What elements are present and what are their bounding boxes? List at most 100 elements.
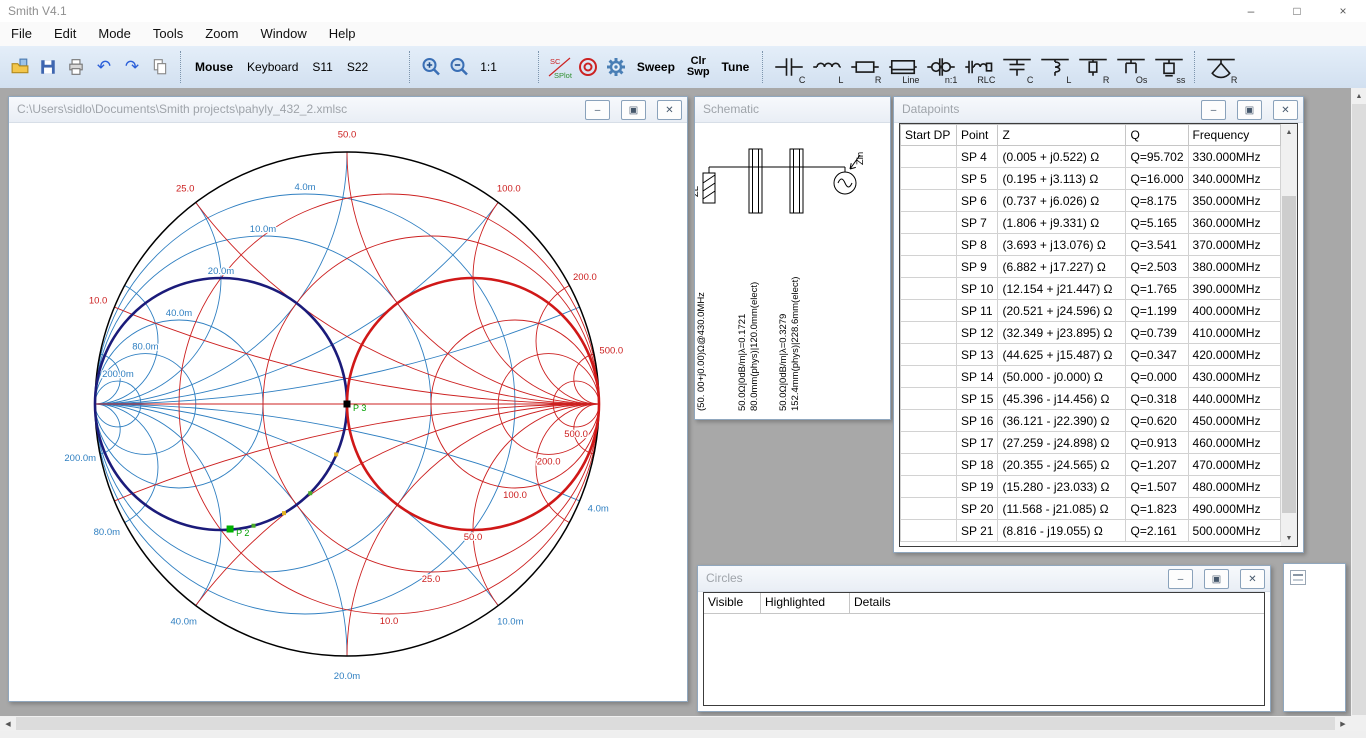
zoom-in-button[interactable] [417,49,445,85]
datapoints-scrollbar[interactable]: ▲ ▼ [1281,124,1297,546]
table-row[interactable]: SP 7(1.806 + j9.331) ΩQ=5.165360.000MHz [901,212,1281,234]
smith-chart[interactable]: P 3P 210.010.04.0m4.0m25.025.010.0m10.0m… [9,123,687,701]
component-button-stub-open[interactable]: Os [1112,48,1150,86]
app-minimize-button[interactable]: – [1228,0,1274,22]
table-row[interactable]: SP 19(15.280 - j23.033) ΩQ=1.507480.000M… [901,476,1281,498]
table-row[interactable]: SP 11(20.521 + j24.596) ΩQ=1.199400.000M… [901,300,1281,322]
open-project-button[interactable] [6,49,34,85]
component-button-line[interactable]: Line [884,48,922,86]
scroll-up-icon[interactable]: ▲ [1351,88,1366,104]
tune-button[interactable]: Tune [715,49,757,85]
table-row[interactable]: SP 13(44.625 + j15.487) ΩQ=0.347420.000M… [901,344,1281,366]
schematic-window-titlebar[interactable]: Schematic [695,97,890,123]
marker-p2[interactable] [227,525,234,532]
table-row[interactable]: SP 12(32.349 + j23.895) ΩQ=0.739410.000M… [901,322,1281,344]
redo-button[interactable]: ↷ [118,49,146,85]
table-row[interactable]: SP 9(6.882 + j17.227) ΩQ=2.503380.000MHz [901,256,1281,278]
print-button[interactable] [62,49,90,85]
mode-button-s11[interactable]: S11 [305,60,339,74]
tline2-symbol[interactable] [790,149,803,213]
menu-file[interactable]: File [0,22,43,46]
app-close-button[interactable]: × [1320,0,1366,22]
project-minimize-button[interactable]: – [585,100,610,120]
mode-button-s22[interactable]: S22 [340,60,375,74]
circles-minimize-button[interactable]: – [1168,569,1193,589]
datapoints-close-button[interactable]: ✕ [1273,100,1298,120]
undo-button[interactable]: ↶ [90,49,118,85]
table-row[interactable]: SP 8(3.693 + j13.076) ΩQ=3.541370.000MHz [901,234,1281,256]
column-header[interactable]: Q [1126,125,1188,146]
app-titlebar[interactable]: Smith V4.1 – □ × [0,0,1366,22]
datapoints-minimize-button[interactable]: – [1201,100,1226,120]
menu-edit[interactable]: Edit [43,22,87,46]
menu-window[interactable]: Window [249,22,317,46]
schematic-canvas[interactable]: ZL Zin (50. 00+j0.00)Ω@430.0MHz 50.0Ω|0d… [695,123,890,419]
component-button-shunt-l[interactable]: L [1036,48,1074,86]
partial-window-icon[interactable] [1290,570,1306,585]
menu-help[interactable]: Help [318,22,367,46]
project-window-titlebar[interactable]: C:\Users\sidlo\Documents\Smith projects\… [9,97,687,123]
column-header[interactable]: Details [850,593,1264,613]
tline1-symbol[interactable] [749,149,762,213]
scrollbar-thumb[interactable] [1352,104,1366,715]
splot-button[interactable]: SC SPlot [546,49,574,85]
mode-button-mouse[interactable]: Mouse [188,60,240,74]
menu-tools[interactable]: Tools [142,22,194,46]
column-header[interactable]: Z [998,125,1126,146]
scroll-right-icon[interactable]: ▶ [1335,716,1351,731]
scrollbar-thumb[interactable] [1282,196,1296,513]
datapoints-window-titlebar[interactable]: Datapoints – ▣ ✕ [894,97,1303,123]
circles-window-titlebar[interactable]: Circles – ▣ ✕ [698,566,1270,592]
scroll-left-icon[interactable]: ◀ [0,716,16,731]
project-maximize-button[interactable]: ▣ [621,100,646,120]
component-button-series-r[interactable]: R [846,48,884,86]
scrollbar-thumb[interactable] [16,717,1335,730]
component-button-series-c[interactable]: C [770,48,808,86]
datapoints-maximize-button[interactable]: ▣ [1237,100,1262,120]
column-header[interactable]: Visible [704,593,761,613]
zoom-out-button[interactable] [445,49,473,85]
component-button-rlc[interactable]: RLC [960,48,998,86]
table-row[interactable]: SP 18(20.355 - j24.565) ΩQ=1.207470.000M… [901,454,1281,476]
component-button-xfmr[interactable]: n:1 [922,48,960,86]
table-row[interactable]: SP 10(12.154 + j21.447) ΩQ=1.765390.000M… [901,278,1281,300]
table-row[interactable]: SP 15(45.396 - j14.456) ΩQ=0.318440.000M… [901,388,1281,410]
settings-button[interactable] [602,49,630,85]
sweep-button[interactable]: Sweep [630,49,682,85]
marker-p3[interactable] [344,401,351,408]
column-header[interactable]: Frequency [1188,125,1280,146]
mode-button-keyboard[interactable]: Keyboard [240,60,305,74]
scroll-down-icon[interactable]: ▼ [1281,530,1297,546]
project-close-button[interactable]: ✕ [657,100,682,120]
load-symbol[interactable] [703,173,715,203]
clear-sweep-button[interactable]: Clr Swp [682,49,715,85]
component-button-radial[interactable]: R [1202,48,1240,86]
column-header[interactable]: Point [957,125,998,146]
table-row[interactable]: SP 16(36.121 - j22.390) ΩQ=0.620450.000M… [901,410,1281,432]
mdi-horizontal-scrollbar[interactable]: ◀ ▶ [0,716,1351,731]
column-header[interactable]: Start DP [901,125,957,146]
circles-close-button[interactable]: ✕ [1240,569,1265,589]
table-row[interactable]: SP 6(0.737 + j6.026) ΩQ=8.175350.000MHz [901,190,1281,212]
column-header[interactable]: Highlighted [761,593,850,613]
component-button-stub-short[interactable]: ss [1150,48,1188,86]
table-row[interactable]: SP 21(8.816 - j19.055) ΩQ=2.161500.000MH… [901,520,1281,542]
component-button-shunt-c[interactable]: C [998,48,1036,86]
table-row[interactable]: SP 14(50.000 - j0.000) ΩQ=0.000430.000MH… [901,366,1281,388]
circles-table-body[interactable] [704,614,1264,699]
zoom-ratio-button[interactable]: 1:1 [473,49,504,85]
table-row[interactable]: SP 20(11.568 - j21.085) ΩQ=1.823490.000M… [901,498,1281,520]
menu-mode[interactable]: Mode [87,22,142,46]
table-row[interactable]: SP 17(27.259 - j24.898) ΩQ=0.913460.000M… [901,432,1281,454]
table-row[interactable]: SP 5(0.195 + j3.113) ΩQ=16.000340.000MHz [901,168,1281,190]
component-button-series-l[interactable]: L [808,48,846,86]
table-row[interactable]: SP 4(0.005 + j0.522) ΩQ=95.702330.000MHz [901,146,1281,168]
circles-maximize-button[interactable]: ▣ [1204,569,1229,589]
component-button-shunt-r[interactable]: R [1074,48,1112,86]
save-button[interactable] [34,49,62,85]
mdi-vertical-scrollbar[interactable]: ▲ ▼ [1351,88,1366,731]
scroll-up-icon[interactable]: ▲ [1281,124,1297,140]
menu-zoom[interactable]: Zoom [194,22,249,46]
smith-target-button[interactable] [574,49,602,85]
app-maximize-button[interactable]: □ [1274,0,1320,22]
